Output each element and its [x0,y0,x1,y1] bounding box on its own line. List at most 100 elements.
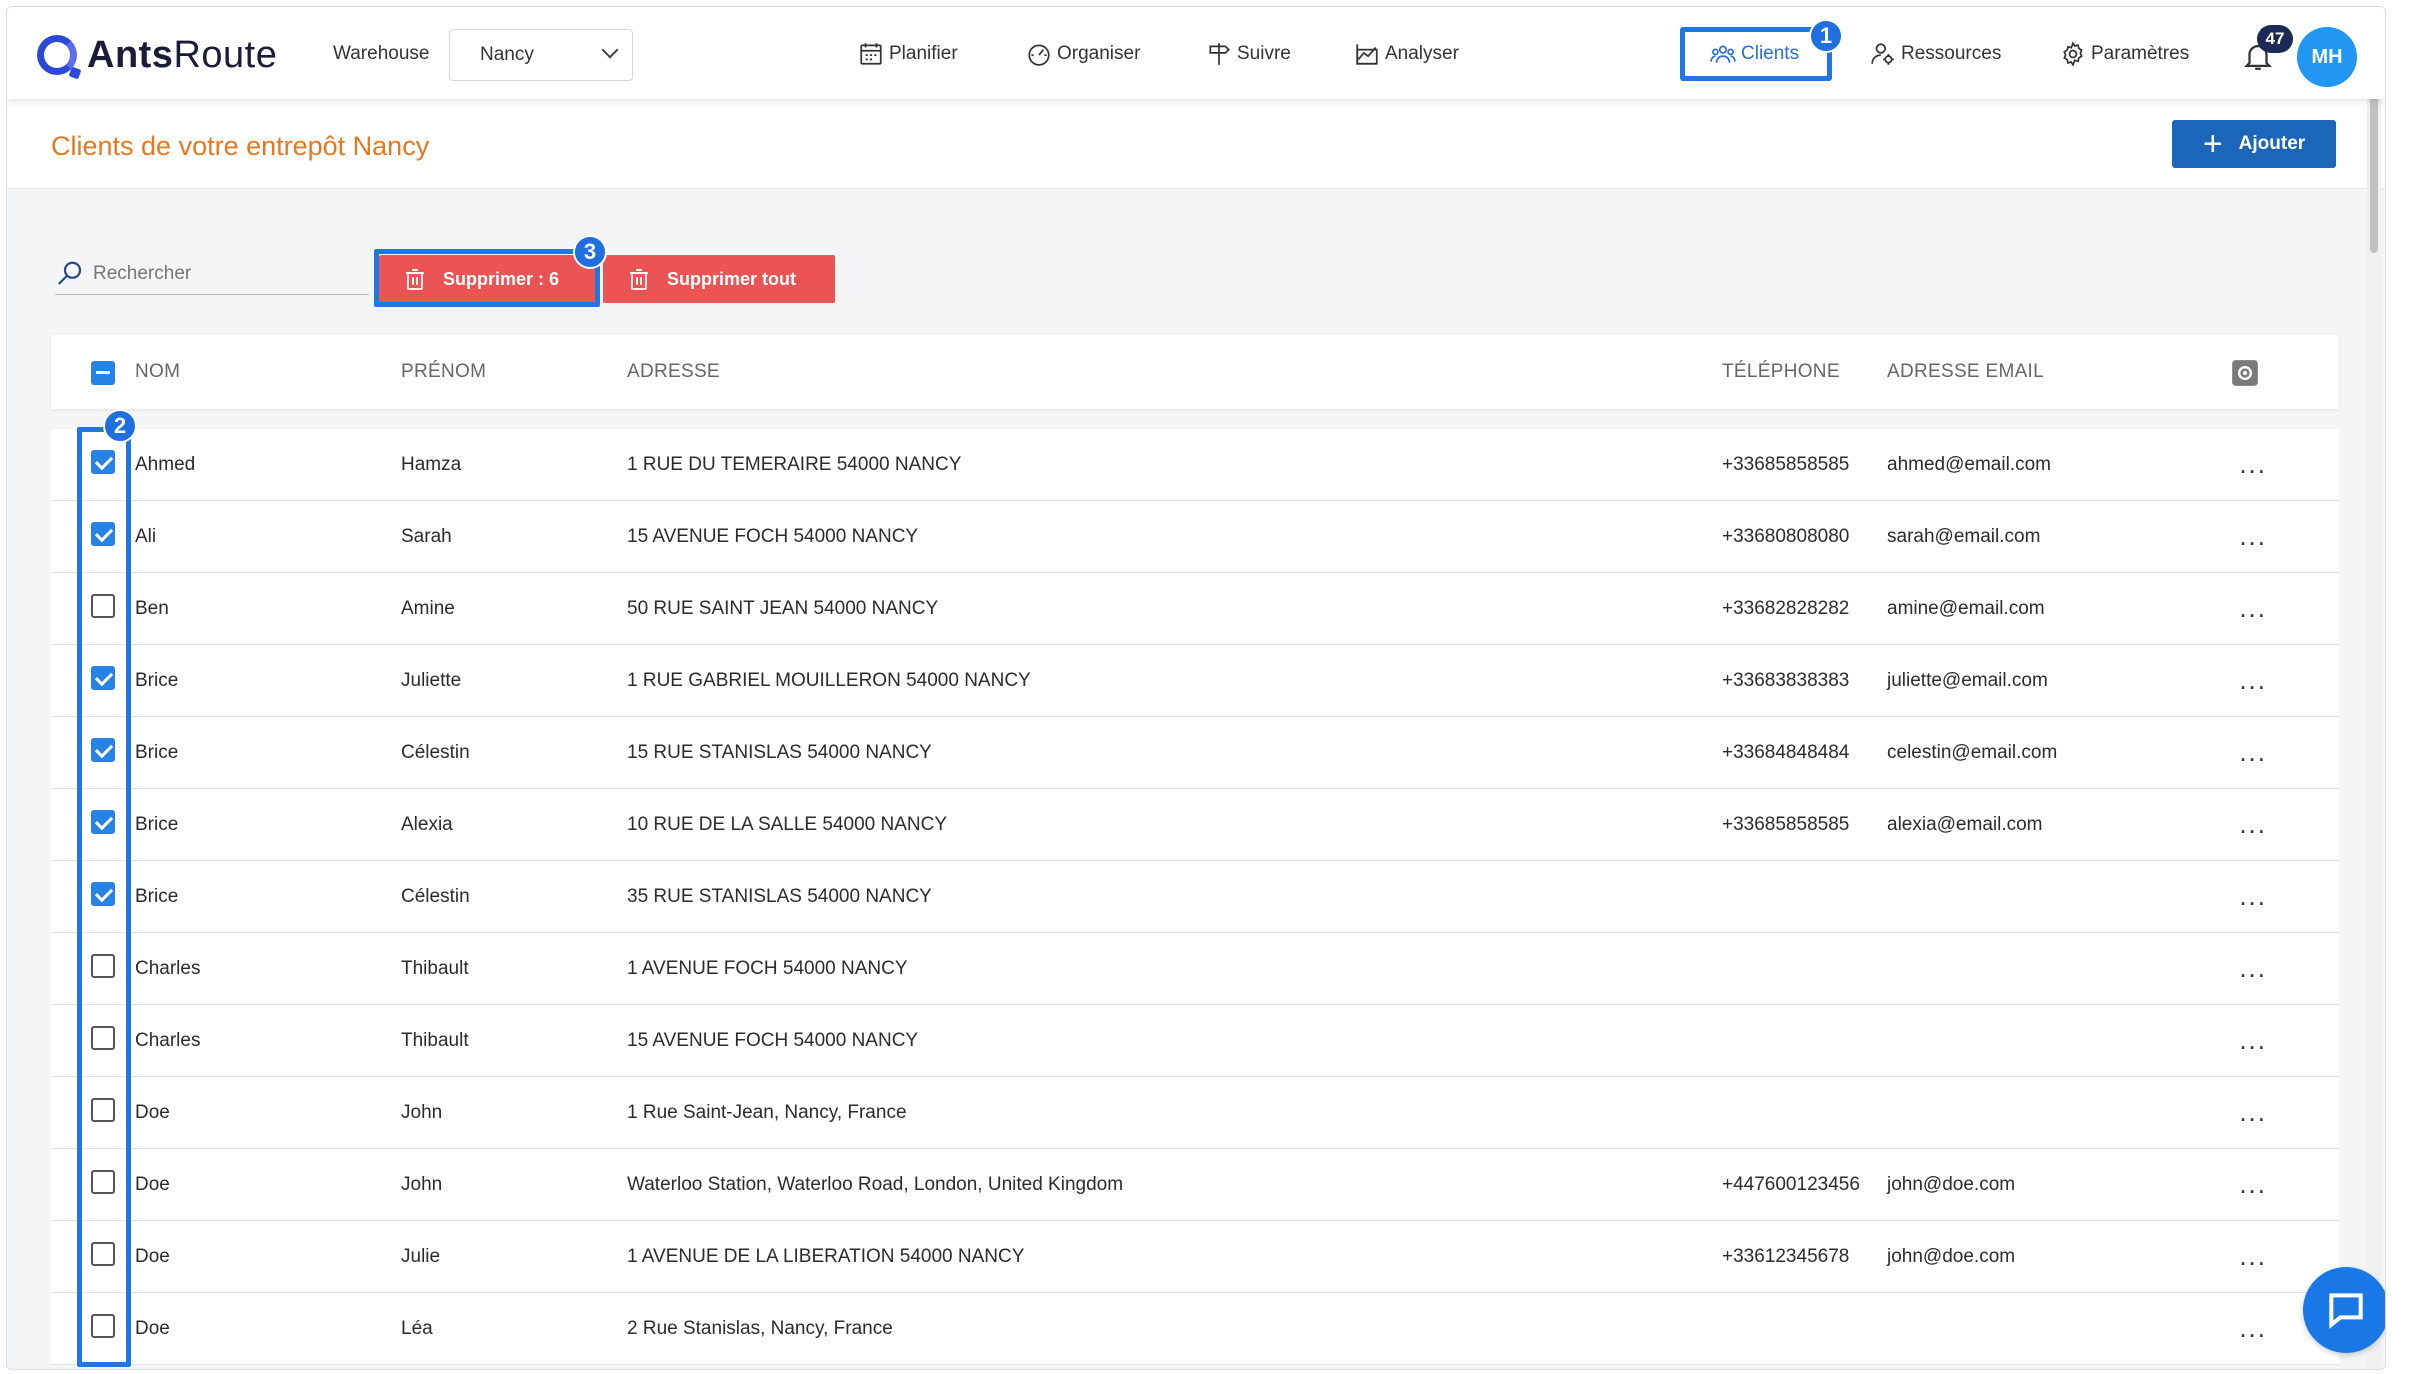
cell-nom: Ben [135,598,169,619]
column-header-prenom[interactable]: PRÉNOM [401,335,486,409]
logo-text-light: Route [173,33,278,76]
cell-adresse: 50 RUE SAINT JEAN 54000 NANCY [627,598,939,619]
table-row[interactable]: Ben Amine 50 RUE SAINT JEAN 54000 NANCY +33… [51,573,2339,645]
client-table-body: Ahmed Hamza 1 RUE DU TEMERAIRE 54000 NANCY… [51,429,2339,1365]
table-header: NOM PRÉNOM ADRESSE TÉLÉPHONE ADRESSE EMA… [51,335,2339,409]
row-more-options-button[interactable]: ... [2239,739,2267,765]
nav-analyser-label: Analyser [1385,43,1459,64]
row-more-options-button[interactable]: ... [2239,523,2267,549]
cell-telephone: +33685858585 [1722,454,1850,475]
notification-count-badge: 47 [2257,25,2293,53]
cell-prenom: Thibault [401,1030,469,1051]
delete-all-button[interactable]: Supprimer tout [603,255,835,303]
select-all-checkbox[interactable] [91,361,115,385]
calendar-icon [857,40,885,68]
cell-prenom: Hamza [401,454,462,475]
gauge-icon [1025,40,1053,68]
cell-nom: Doe [135,1318,170,1339]
step-2-highlight [77,427,131,1367]
column-header-telephone[interactable]: TÉLÉPHONE [1722,335,1840,409]
top-navbar: AntsRoute Warehouse Nancy Planifier Orga… [7,7,2385,99]
table-row[interactable]: Doe John Waterloo Station, Waterloo Road, … [51,1149,2339,1221]
table-row[interactable]: Brice Célestin 35 RUE STANISLAS 54000 NANC… [51,861,2339,933]
antsroute-logo[interactable]: AntsRoute [37,31,277,79]
row-more-options-button[interactable]: ... [2239,595,2267,621]
logo-text-bold: Ants [87,33,174,76]
row-more-options-button[interactable]: ... [2239,1027,2267,1053]
nav-suivre[interactable]: Suivre [1205,39,1291,69]
nav-organiser-label: Organiser [1057,43,1141,64]
step-2-badge: 2 [103,409,137,443]
table-row[interactable]: Doe Léa 2 Rue Stanislas, Nancy, France... [51,1293,2339,1365]
cell-adresse: 1 Rue Saint-Jean, Nancy, France [627,1102,907,1123]
row-more-options-button[interactable]: ... [2239,955,2267,981]
user-avatar[interactable]: MH [2297,27,2357,87]
warehouse-select[interactable]: Nancy [449,29,633,81]
table-row[interactable]: Ali Sarah 15 AVENUE FOCH 54000 NANCY +33680… [51,501,2339,573]
table-row[interactable]: Ahmed Hamza 1 RUE DU TEMERAIRE 54000 NANCY… [51,429,2339,501]
signpost-icon [1205,40,1233,68]
delete-all-label: Supprimer tout [667,268,796,289]
row-more-options-button[interactable]: ... [2239,1099,2267,1125]
row-more-options-button[interactable]: ... [2239,1171,2267,1197]
row-more-options-button[interactable]: ... [2239,1243,2267,1269]
table-row[interactable]: Brice Célestin 15 RUE STANISLAS 54000 NANC… [51,717,2339,789]
cell-nom: Brice [135,742,179,763]
cell-nom: Brice [135,814,179,835]
nav-clients[interactable]: Clients [1709,39,1799,69]
cell-adresse: 15 AVENUE FOCH 54000 NANCY [627,526,919,547]
row-more-options-button[interactable]: ... [2239,451,2267,477]
row-more-options-button[interactable]: ... [2239,667,2267,693]
cell-prenom: Thibault [401,958,469,979]
table-row[interactable]: Doe John 1 Rue Saint-Jean, Nancy, France..… [51,1077,2339,1149]
search-field[interactable] [55,253,369,295]
add-client-button[interactable]: + Ajouter [2172,120,2336,168]
cell-adresse: 1 AVENUE DE LA LIBERATION 54000 NANCY [627,1246,1025,1267]
nav-parametres[interactable]: Paramètres [2059,39,2189,69]
cell-prenom: Célestin [401,886,470,907]
table-row[interactable]: Charles Thibault 15 AVENUE FOCH 54000 NANC… [51,1005,2339,1077]
cell-nom: Doe [135,1174,170,1195]
cell-email: alexia@email.com [1887,814,2043,835]
cell-adresse: 15 RUE STANISLAS 54000 NANCY [627,742,932,763]
column-header-nom[interactable]: NOM [135,335,180,409]
column-settings-button[interactable] [2231,359,2259,387]
table-row[interactable]: Doe Julie 1 AVENUE DE LA LIBERATION 54000 … [51,1221,2339,1293]
nav-ressources[interactable]: Ressources [1869,39,2001,69]
page-header: Clients de votre entrepôt Nancy + Ajoute… [7,99,2385,189]
nav-parametres-label: Paramètres [2091,43,2190,64]
nav-planifier[interactable]: Planifier [857,39,958,69]
cell-adresse: Waterloo Station, Waterloo Road, London,… [627,1174,1124,1195]
nav-clients-label: Clients [1741,43,1800,64]
user-gear-icon [1869,40,1897,68]
cell-adresse: 1 RUE GABRIEL MOUILLERON 54000 NANCY [627,670,1031,691]
cell-prenom: Juliette [401,670,462,691]
add-client-label: Ajouter [2238,133,2306,154]
chat-launcher-button[interactable] [2303,1267,2385,1353]
cell-email: celestin@email.com [1887,742,2058,763]
search-input[interactable] [93,262,343,285]
column-header-adresse[interactable]: ADRESSE [627,335,720,409]
cell-email: john@doe.com [1887,1174,2016,1195]
cell-prenom: Léa [401,1318,433,1339]
cell-prenom: Célestin [401,742,470,763]
cell-adresse: 1 AVENUE FOCH 54000 NANCY [627,958,908,979]
nav-analyser[interactable]: Analyser [1353,39,1459,69]
table-row[interactable]: Brice Juliette 1 RUE GABRIEL MOUILLERON 54… [51,645,2339,717]
column-header-email[interactable]: ADRESSE EMAIL [1887,335,2044,409]
nav-planifier-label: Planifier [889,43,958,64]
nav-organiser[interactable]: Organiser [1025,39,1140,69]
row-more-options-button[interactable]: ... [2239,811,2267,837]
table-row[interactable]: Charles Thibault 1 AVENUE FOCH 54000 NANCY… [51,933,2339,1005]
table-row[interactable]: Brice Alexia 10 RUE DE LA SALLE 54000 NANC… [51,789,2339,861]
row-more-options-button[interactable]: ... [2239,1315,2267,1341]
cell-adresse: 35 RUE STANISLAS 54000 NANCY [627,886,932,907]
gear-icon [2059,40,2087,68]
trash-icon [630,269,648,290]
page-scrollbar[interactable] [2367,7,2381,1369]
users-icon [1709,40,1737,68]
plus-icon: + [2202,125,2223,163]
row-more-options-button[interactable]: ... [2239,883,2267,909]
cell-adresse: 2 Rue Stanislas, Nancy, France [627,1318,893,1339]
cell-prenom: John [401,1174,443,1195]
